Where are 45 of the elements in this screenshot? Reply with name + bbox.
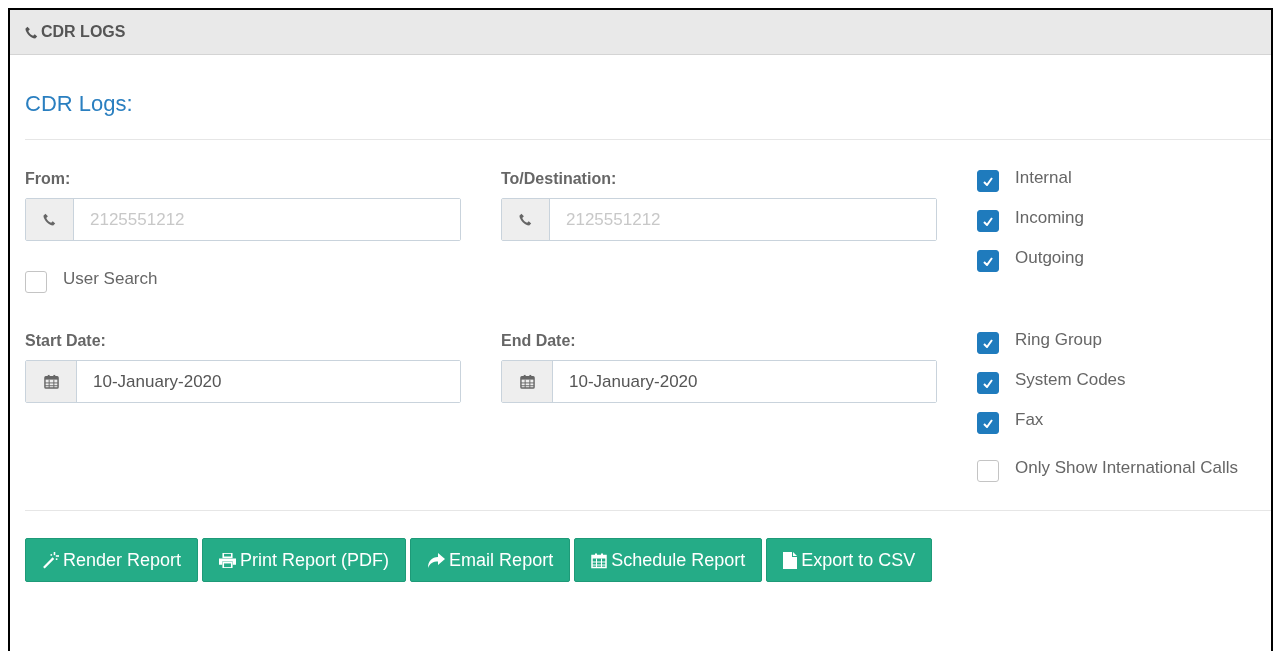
checkmark-icon (983, 378, 993, 388)
checkbox[interactable] (977, 372, 999, 394)
report-button[interactable]: Export to CSV (766, 538, 933, 582)
field-label: End Date: (501, 332, 577, 351)
checkbox[interactable] (977, 412, 999, 434)
checkbox[interactable] (977, 210, 999, 232)
report-button[interactable]: Email Report (410, 538, 571, 582)
checkbox[interactable] (977, 250, 999, 272)
checkbox-label: Outgoing (1015, 248, 1084, 268)
checkmark-icon (983, 338, 993, 348)
checkmark-icon (983, 176, 993, 186)
field-label: From: (25, 170, 72, 189)
date-field[interactable]: 10-January-2020 (25, 360, 461, 403)
checkbox[interactable] (977, 460, 999, 482)
magic-wand-icon (42, 551, 59, 569)
checkbox-label: Incoming (1015, 208, 1084, 228)
panel-title: CDR LOGS (41, 23, 126, 41)
phone-icon (25, 25, 38, 39)
checkbox-label: Only Show International Calls (1015, 458, 1238, 478)
checkmark-icon (983, 256, 993, 266)
calendar-icon (591, 551, 608, 569)
date-field[interactable]: 10-January-2020 (501, 360, 937, 403)
checkbox-label: System Codes (1015, 370, 1126, 390)
checkbox[interactable] (977, 332, 999, 354)
section-heading: CDR Logs: (25, 90, 134, 118)
share-arrow-icon (427, 552, 446, 568)
checkmark-icon (983, 216, 993, 226)
field-label: Start Date: (25, 332, 107, 351)
report-button[interactable]: Render Report (25, 538, 199, 582)
checkmark-icon (983, 418, 993, 428)
checkbox-label: User Search (63, 269, 158, 289)
checkbox-label: Internal (1015, 168, 1072, 188)
field-label: To/Destination: (501, 170, 618, 189)
printer-icon (219, 552, 237, 568)
phone-icon (519, 213, 532, 226)
checkbox-label: Fax (1015, 410, 1044, 430)
checkbox[interactable] (25, 271, 47, 293)
report-button[interactable]: Print Report (PDF) (202, 538, 407, 582)
phone-icon (43, 213, 56, 226)
report-button[interactable]: Schedule Report (574, 538, 763, 582)
calendar-icon (43, 374, 59, 389)
calendar-icon (519, 374, 535, 389)
checkbox[interactable] (977, 170, 999, 192)
checkbox-label: Ring Group (1015, 330, 1102, 350)
file-icon (783, 551, 798, 569)
